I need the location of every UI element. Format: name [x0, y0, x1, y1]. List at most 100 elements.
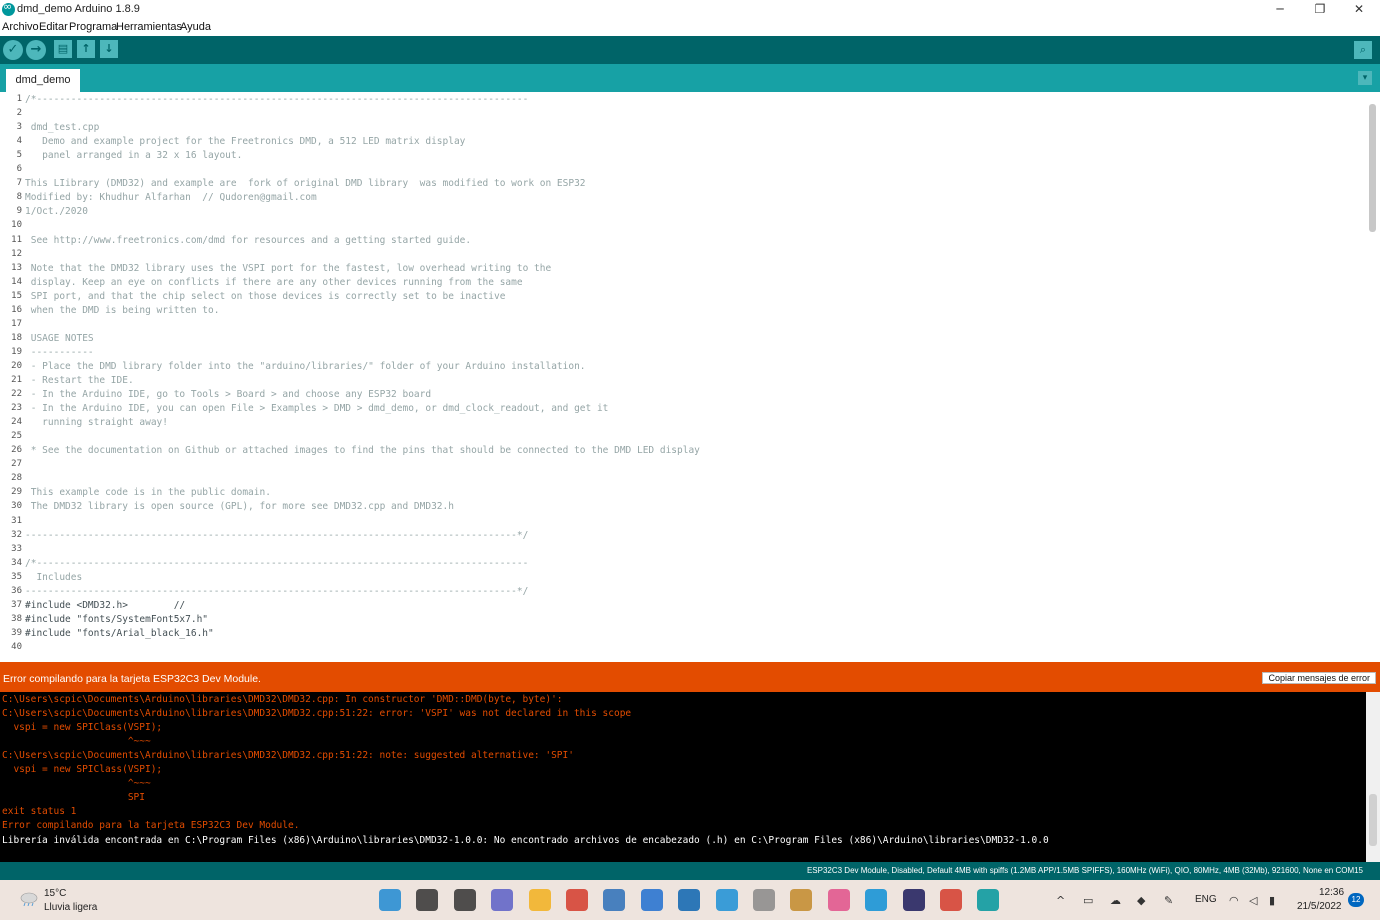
wifi-icon[interactable]: ◠: [1229, 894, 1239, 907]
console-scroll-thumb[interactable]: [1369, 794, 1377, 846]
menu-editar[interactable]: Editar: [39, 21, 68, 33]
task-view-icon[interactable]: [453, 889, 476, 911]
code-line[interactable]: Note that the DMD32 library uses the VSP…: [25, 263, 551, 274]
console-scrollbar[interactable]: [1366, 692, 1380, 862]
dropbox-icon[interactable]: ◆: [1137, 894, 1145, 907]
volume-icon[interactable]: ◁: [1249, 894, 1257, 907]
line-number: 10: [11, 220, 22, 231]
app-m-icon[interactable]: [753, 889, 775, 911]
code-line[interactable]: #include "fonts/SystemFont5x7.h": [25, 614, 208, 625]
code-line[interactable]: Includes: [25, 572, 82, 583]
code-line[interactable]: - Restart the IDE.: [25, 375, 134, 386]
file-explorer-icon[interactable]: [528, 889, 551, 911]
outlook-icon[interactable]: [678, 889, 701, 911]
onedrive-icon[interactable]: ☁: [1110, 894, 1121, 907]
verify-button[interactable]: ✓: [3, 40, 23, 60]
code-line[interactable]: Demo and example project for the Freetro…: [25, 136, 465, 147]
code-line[interactable]: ----------------------------------------…: [25, 586, 528, 597]
tab-bar: dmd_demo ▾: [0, 64, 1380, 92]
save-sketch-button[interactable]: ↓: [100, 40, 118, 58]
new-sketch-button[interactable]: ▤: [54, 40, 72, 58]
console-line: ^~~~: [2, 778, 151, 790]
toolbar: ✓ → ▤ ↑ ↓ ⌕: [0, 36, 1380, 64]
console-line: C:\Users\scpic\Documents\Arduino\librari…: [2, 708, 632, 720]
language-indicator[interactable]: ENG: [1195, 894, 1217, 905]
chevron-up-icon[interactable]: ^: [1056, 894, 1065, 907]
mail-icon[interactable]: [640, 889, 663, 911]
restore-button[interactable]: ❐: [1300, 0, 1340, 20]
pen-app-icon[interactable]: [790, 889, 813, 911]
line-number: 21: [11, 375, 22, 385]
line-number: 37: [11, 599, 22, 610]
code-line[interactable]: SPI port, and that the chip select on th…: [25, 291, 506, 302]
code-line[interactable]: panel arranged in a 32 x 16 layout.: [25, 150, 242, 161]
tablet-icon[interactable]: ▭: [1083, 894, 1093, 907]
windows-taskbar: 15°C Lluvia ligera ^ ▭ ☁ ◆ ✎ ENG ◠ ◁ ▮ 1…: [0, 880, 1380, 920]
teams-chat-icon[interactable]: [491, 889, 514, 911]
chrome-2-icon[interactable]: [940, 889, 962, 911]
console-line: vspi = new SPIClass(VSPI);: [2, 722, 163, 734]
menu-programa[interactable]: Programa: [69, 21, 117, 33]
code-line[interactable]: /*--------------------------------------…: [25, 94, 528, 105]
code-line[interactable]: This LIibrary (DMD32) and example are fo…: [25, 178, 586, 189]
notification-badge[interactable]: 12: [1348, 893, 1364, 907]
upload-button[interactable]: →: [26, 40, 46, 60]
code-line[interactable]: This example code is in the public domai…: [25, 487, 271, 498]
line-number: 4: [16, 136, 22, 147]
code-line[interactable]: #include <DMD32.h> //: [25, 600, 185, 611]
editor-scrollbar[interactable]: [1366, 92, 1380, 662]
remote-desktop-icon[interactable]: [715, 889, 738, 911]
tab-menu-chevron-icon[interactable]: ▾: [1358, 71, 1372, 85]
code-line[interactable]: - In the Arduino IDE, you can open File …: [25, 403, 609, 414]
code-line[interactable]: 1/Oct./2020: [25, 206, 88, 217]
code-line[interactable]: -----------: [25, 347, 94, 358]
line-number: 29: [11, 487, 22, 498]
code-line[interactable]: ----------------------------------------…: [25, 530, 528, 541]
chrome-icon[interactable]: [566, 889, 588, 911]
code-line[interactable]: - Place the DMD library folder into the …: [25, 361, 586, 372]
line-number: 2: [16, 108, 22, 119]
code-line[interactable]: /*--------------------------------------…: [25, 558, 528, 569]
minimize-button[interactable]: ─: [1260, 0, 1300, 20]
tab-dmd-demo[interactable]: dmd_demo: [6, 69, 80, 92]
code-line[interactable]: - In the Arduino IDE, go to Tools > Boar…: [25, 389, 431, 400]
search-icon[interactable]: [416, 889, 439, 911]
line-number: 11: [11, 234, 22, 245]
close-button[interactable]: ✕: [1339, 0, 1379, 20]
clock-time[interactable]: 12:36: [1319, 887, 1344, 898]
camera-app-icon[interactable]: [827, 889, 850, 911]
code-line[interactable]: dmd_test.cpp: [25, 122, 100, 133]
battery-icon[interactable]: ▮: [1269, 894, 1275, 907]
weather-description[interactable]: Lluvia ligera: [44, 902, 97, 913]
code-line[interactable]: USAGE NOTES: [25, 333, 94, 344]
menu-archivo[interactable]: Archivo: [2, 21, 39, 33]
editor-scroll-thumb[interactable]: [1369, 104, 1376, 232]
intellij-icon[interactable]: [902, 889, 925, 911]
arduino-icon[interactable]: [977, 889, 1000, 911]
code-line[interactable]: running straight away!: [25, 417, 168, 428]
weather-temperature[interactable]: 15°C: [44, 888, 66, 899]
microsoft-store-icon[interactable]: [603, 889, 626, 911]
menu-herramientas[interactable]: Herramientas: [116, 21, 182, 33]
clock-date[interactable]: 21/5/2022: [1297, 901, 1342, 912]
menu-ayuda[interactable]: Ayuda: [180, 21, 211, 33]
cloud-rain-icon[interactable]: [20, 892, 38, 906]
code-line[interactable]: * See the documentation on Github or att…: [25, 445, 700, 456]
edge-icon[interactable]: [865, 889, 888, 911]
code-line[interactable]: display. Keep an eye on conflicts if the…: [25, 277, 523, 288]
output-console[interactable]: C:\Users\scpic\Documents\Arduino\librari…: [0, 692, 1380, 862]
copy-error-messages-button[interactable]: Copiar mensajes de error: [1262, 672, 1376, 684]
code-line[interactable]: when the DMD is being written to.: [25, 305, 220, 316]
code-line[interactable]: Modified by: Khudhur Alfarhan // Qudoren…: [25, 192, 317, 203]
windows-start-icon[interactable]: [379, 889, 401, 911]
board-info-bar: ESP32C3 Dev Module, Disabled, Default 4M…: [0, 862, 1380, 880]
serial-monitor-button[interactable]: ⌕: [1354, 41, 1372, 59]
code-line[interactable]: The DMD32 library is open source (GPL), …: [25, 501, 454, 512]
code-editor[interactable]: 1 2 3 4 5 6 7 8 9 10 11 12 13 14 15 16 17 18 19 20 21 22 23 24 2…: [0, 92, 1380, 662]
pen-icon[interactable]: ✎: [1164, 894, 1173, 907]
console-line: exit status 1: [2, 806, 77, 818]
code-line[interactable]: #include "fonts/Arial_black_16.h": [25, 628, 214, 639]
menu-bar: Archivo Editar Programa Herramientas Ayu…: [0, 20, 1380, 36]
open-sketch-button[interactable]: ↑: [77, 40, 95, 58]
code-line[interactable]: See http://www.freetronics.com/dmd for r…: [25, 235, 471, 246]
